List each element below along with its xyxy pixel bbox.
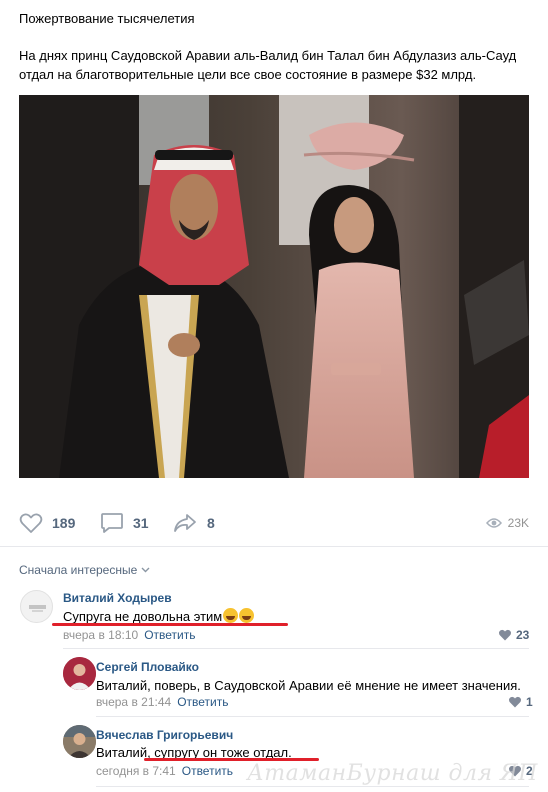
avatar[interactable] <box>63 657 96 690</box>
chevron-down-icon <box>141 567 150 573</box>
comment-meta: вчера в 18:10 Ответить <box>63 628 195 642</box>
comment-separator <box>63 648 529 649</box>
laughing-emoji-icon <box>223 608 239 623</box>
heart-icon <box>509 696 521 708</box>
comment-like-button[interactable]: 1 <box>508 695 533 709</box>
views-counter: 23K <box>485 510 529 536</box>
comment-text: Виталий, поверь, в Саудовской Аравии её … <box>96 678 521 693</box>
comments-sort-dropdown[interactable]: Сначала интересные <box>19 563 150 577</box>
share-button[interactable]: 8 <box>172 510 215 536</box>
avatar-logo-icon <box>29 605 46 612</box>
comment-time[interactable]: сегодня в 7:41 <box>96 764 176 778</box>
comment-author[interactable]: Вячеслав Григорьевич <box>96 728 233 742</box>
comment-button[interactable]: 31 <box>100 510 149 536</box>
views-count: 23K <box>507 516 529 530</box>
comment-separator <box>96 716 529 717</box>
comment-icon <box>101 513 123 533</box>
avatar-person-icon <box>63 725 96 758</box>
comment-separator <box>96 786 529 787</box>
comment-like-button[interactable]: 23 <box>498 628 529 642</box>
comment-author[interactable]: Виталий Ходырев <box>63 591 172 605</box>
like-button[interactable]: 189 <box>19 510 75 536</box>
sweat-smile-emoji-icon <box>239 608 255 623</box>
reply-button[interactable]: Ответить <box>144 628 195 642</box>
post-title: Пожертвование тысячелетия <box>19 11 195 26</box>
heart-icon <box>499 629 511 641</box>
red-underline <box>52 623 288 626</box>
heart-icon <box>19 513 43 533</box>
photo-illustration <box>19 95 529 478</box>
comment-meta: сегодня в 7:41 Ответить <box>96 764 233 778</box>
comment-meta: вчера в 21:44 Ответить <box>96 695 228 709</box>
post-text: На днях принц Саудовской Аравии аль-Вали… <box>19 48 517 82</box>
avatar[interactable] <box>63 725 96 758</box>
comment-text: Супруга не довольна этим <box>63 608 255 624</box>
reply-button[interactable]: Ответить <box>182 764 233 778</box>
avatar-person-icon <box>63 657 96 690</box>
eye-icon <box>485 518 502 528</box>
divider <box>0 546 548 547</box>
comment-count: 31 <box>133 515 149 531</box>
avatar[interactable] <box>20 590 53 623</box>
comment-text-body: Супруга не довольна этим <box>63 609 223 624</box>
reply-button[interactable]: Ответить <box>177 695 228 709</box>
comment-like-count: 1 <box>526 695 533 709</box>
comment-time[interactable]: вчера в 18:10 <box>63 628 138 642</box>
comment-author[interactable]: Сергей Пловайко <box>96 660 199 674</box>
share-count: 8 <box>207 515 215 531</box>
comment-like-count: 23 <box>516 628 530 642</box>
watermark: АтаманБурнаш для ЯП <box>247 761 538 786</box>
comments-sort-label: Сначала интересные <box>19 563 138 577</box>
like-count: 189 <box>52 515 76 531</box>
share-icon <box>174 514 196 532</box>
comment-time[interactable]: вчера в 21:44 <box>96 695 171 709</box>
post-photo[interactable] <box>19 95 529 478</box>
